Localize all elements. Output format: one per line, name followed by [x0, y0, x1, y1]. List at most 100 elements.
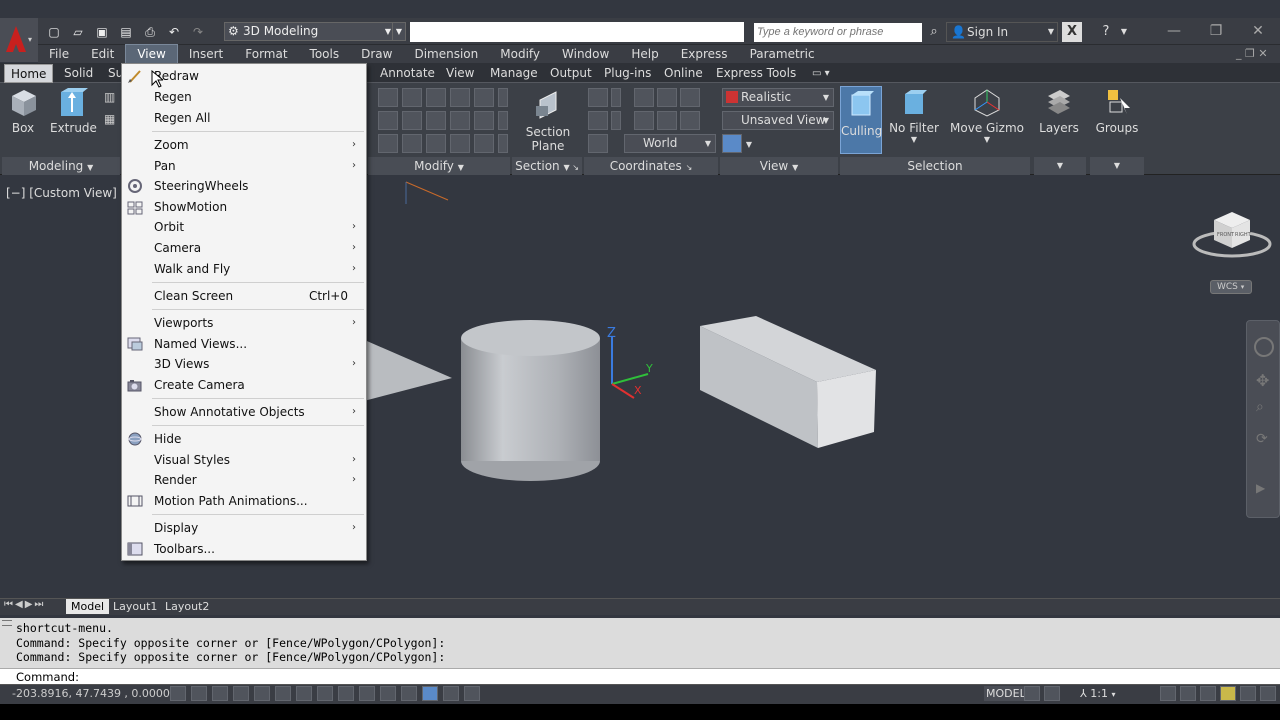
dropdown-icon[interactable]	[611, 88, 621, 107]
modify-panel-title[interactable]: Modify ▼	[368, 157, 510, 175]
cone-solid[interactable]	[360, 338, 452, 402]
save-as-icon[interactable]: ▤	[116, 23, 136, 41]
menu-dimension[interactable]: Dimension	[403, 45, 489, 63]
array-icon[interactable]	[378, 111, 398, 130]
annotation-monitor-icon[interactable]	[464, 686, 480, 701]
layout-nav-arrows[interactable]: ⏮◀▶⏭	[4, 599, 45, 610]
ucs-y-icon[interactable]	[680, 111, 700, 130]
menu-window[interactable]: Window	[551, 45, 620, 63]
dropdown-icon[interactable]	[498, 88, 508, 107]
selection-panel-title[interactable]: Selection	[840, 157, 1030, 175]
tab-manage[interactable]: Manage	[484, 64, 544, 83]
coordinates-panel-title[interactable]: Coordinates ↘	[584, 157, 718, 175]
visual-style-dropdown[interactable]: Realistic ▼	[722, 88, 834, 107]
tab-model[interactable]: Model	[66, 599, 110, 614]
clean-screen-icon[interactable]	[1260, 686, 1276, 701]
3d-osnap-icon[interactable]	[296, 686, 312, 701]
menu-item-clean-screen[interactable]: Clean Screen Ctrl+0	[122, 286, 366, 306]
view-panel-title[interactable]: View ▼	[720, 157, 838, 175]
menu-view[interactable]: View	[125, 44, 178, 64]
menu-file[interactable]: File	[38, 45, 80, 63]
help-icon[interactable]: ?	[1096, 22, 1116, 42]
model-space-toggle[interactable]: MODEL	[984, 686, 1028, 701]
ucs-x-icon[interactable]	[657, 111, 677, 130]
menu-item-pan[interactable]: Pan ›	[122, 156, 366, 176]
slice-icon[interactable]	[378, 88, 398, 107]
dyn-icon[interactable]	[359, 686, 375, 701]
tab-view[interactable]: View	[440, 64, 480, 83]
grid-icon[interactable]	[474, 134, 494, 153]
transparency-icon[interactable]	[401, 686, 417, 701]
stretch-icon[interactable]	[450, 134, 470, 153]
dropdown-icon[interactable]	[498, 111, 508, 130]
ucs-icon[interactable]	[588, 88, 608, 107]
viewcube[interactable]: FRONT RIGHT	[1192, 212, 1272, 258]
ucs-3point-icon[interactable]	[657, 88, 677, 107]
offset-icon[interactable]	[426, 134, 446, 153]
circle-icon[interactable]	[426, 111, 446, 130]
workspace-dropdown[interactable]: ⚙ 3D Modeling ▼	[224, 22, 396, 41]
save-icon[interactable]: ▣	[92, 23, 112, 41]
menu-insert[interactable]: Insert	[178, 45, 234, 63]
coordinate-readout[interactable]: -203.8916, 47.7439 , 0.0000	[12, 684, 170, 703]
menu-parametric[interactable]: Parametric	[739, 45, 826, 63]
tab-layout1[interactable]: Layout1	[108, 599, 162, 614]
menu-item-steeringwheels[interactable]: SteeringWheels	[122, 176, 366, 196]
tab-express-tools[interactable]: Express Tools	[710, 64, 802, 83]
grid-display-icon[interactable]	[212, 686, 228, 701]
viewport-config-icon[interactable]: ▼	[722, 134, 752, 153]
open-file-icon[interactable]: ▱	[68, 23, 88, 41]
menu-item-viewports[interactable]: Viewports ›	[122, 313, 366, 333]
menu-edit[interactable]: Edit	[80, 45, 125, 63]
box-solid[interactable]	[700, 316, 876, 448]
wcs-menu[interactable]: WCS ▾	[1210, 280, 1252, 294]
lineweight-icon[interactable]	[380, 686, 396, 701]
menu-item-motion-path-animations[interactable]: Motion Path Animations...	[122, 491, 366, 511]
3d-move-icon[interactable]	[426, 88, 446, 107]
section-panel-title[interactable]: Section ▼ ↘	[512, 157, 582, 175]
copy-icon[interactable]	[450, 111, 470, 130]
ucs-origin-icon[interactable]	[588, 111, 608, 130]
solid-tool-icon[interactable]: ▦	[104, 112, 115, 126]
solid-tool-icon[interactable]: ▥	[104, 90, 115, 104]
menu-modify[interactable]: Modify	[489, 45, 551, 63]
menu-item-regen-all[interactable]: Regen All	[122, 108, 366, 128]
layers-panel-expand[interactable]: ▼	[1034, 157, 1086, 175]
ucs-world-dropdown[interactable]: World ▼	[624, 134, 716, 153]
menu-item-show-annotative-objects[interactable]: Show Annotative Objects ›	[122, 402, 366, 422]
command-input[interactable]: Command:	[0, 668, 1280, 684]
annotation-scale[interactable]: ⅄ 1:1 ▾	[1080, 686, 1115, 702]
layers-button[interactable]: Layers	[1036, 86, 1082, 135]
orbit-icon[interactable]: ⟳	[1256, 431, 1268, 447]
tab-layout2[interactable]: Layout2	[160, 599, 214, 614]
rotate-icon[interactable]	[402, 111, 422, 130]
quick-view-layouts-icon[interactable]	[1024, 686, 1040, 701]
menu-item-create-camera[interactable]: Create Camera	[122, 375, 366, 395]
isolate-objects-icon[interactable]	[1220, 686, 1236, 701]
command-window-grip-icon[interactable]	[2, 620, 12, 626]
cylinder-solid[interactable]	[461, 320, 600, 481]
menu-draw[interactable]: Draw	[350, 45, 403, 63]
quick-properties-icon[interactable]	[422, 686, 438, 701]
menu-item-hide[interactable]: Hide	[122, 429, 366, 449]
ortho-icon[interactable]	[233, 686, 249, 701]
sign-in-button[interactable]: 👤 Sign In ▼	[946, 22, 1058, 42]
groups-button[interactable]: Groups	[1094, 86, 1140, 135]
binoculars-icon[interactable]: ⌕	[924, 22, 944, 42]
no-filter-button[interactable]: No Filter ▼	[888, 86, 940, 144]
qat-customize-button[interactable]: ▼	[392, 22, 406, 41]
tab-output[interactable]: Output	[544, 64, 598, 83]
tab-solid[interactable]: Solid	[58, 64, 99, 83]
menu-help[interactable]: Help	[620, 45, 669, 63]
infer-constraints-icon[interactable]	[170, 686, 186, 701]
dropdown-icon[interactable]	[498, 134, 508, 153]
polar-icon[interactable]	[254, 686, 270, 701]
groups-panel-expand[interactable]: ▼	[1090, 157, 1144, 175]
menu-item-walk-and-fly[interactable]: Walk and Fly ›	[122, 259, 366, 279]
tab-plugins[interactable]: Plug-ins	[598, 64, 657, 83]
3d-rotate-icon[interactable]	[402, 88, 422, 107]
new-file-icon[interactable]: ▢	[44, 23, 64, 41]
application-menu-button[interactable]: ▾	[0, 18, 38, 62]
showmotion-icon[interactable]: ▶	[1256, 481, 1265, 495]
osnap-icon[interactable]	[275, 686, 291, 701]
